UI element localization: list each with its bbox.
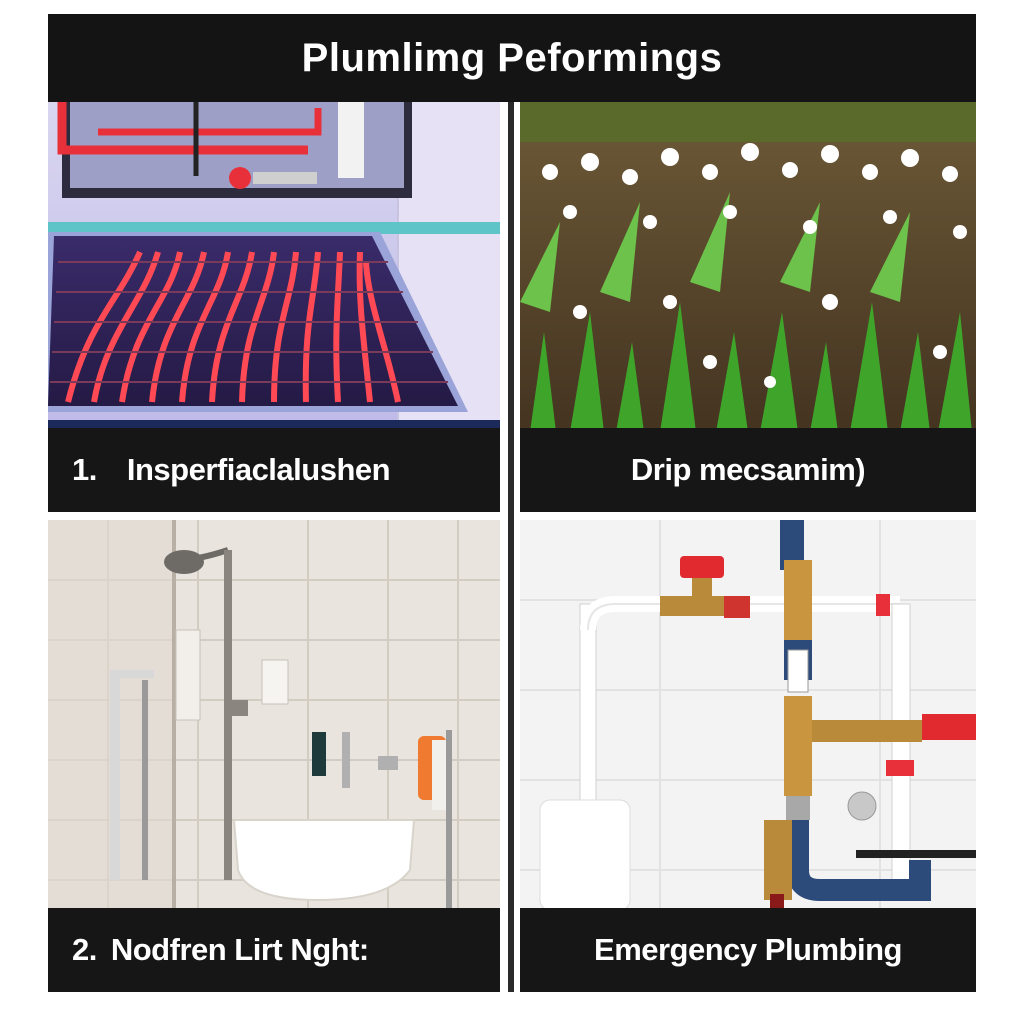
caption-label: Nodfren Lirt Nght:: [110, 932, 369, 967]
caption-panel-3: 2. Nodfren Lirt Nght:: [48, 908, 500, 992]
caption-label: Insperfiaclalushen: [126, 452, 391, 487]
caption-panel-2: Drip mecsamim): [520, 428, 976, 512]
caption-number: 2.: [72, 932, 97, 967]
page-title: Plumlimg Peformings: [301, 35, 723, 80]
caption-panel-1: 1. Insperfiaclalushen: [48, 428, 500, 512]
panel-emergency-plumbing: Emergency Plumbing: [520, 520, 976, 992]
caption-number: 1.: [72, 452, 97, 487]
center-divider: [508, 102, 514, 992]
panel-drip-irrigation: Drip mecsamim): [520, 102, 976, 512]
caption-label: Drip mecsamim): [630, 452, 866, 487]
panel-bathroom: 2. Nodfren Lirt Nght:: [48, 520, 500, 992]
caption-label: Emergency Plumbing: [594, 932, 902, 967]
page-title-banner: Plumlimg Peformings: [48, 14, 976, 102]
panel-underfloor-heating: 1. Insperfiaclalushen: [48, 102, 500, 512]
caption-panel-4: Emergency Plumbing: [520, 908, 976, 992]
